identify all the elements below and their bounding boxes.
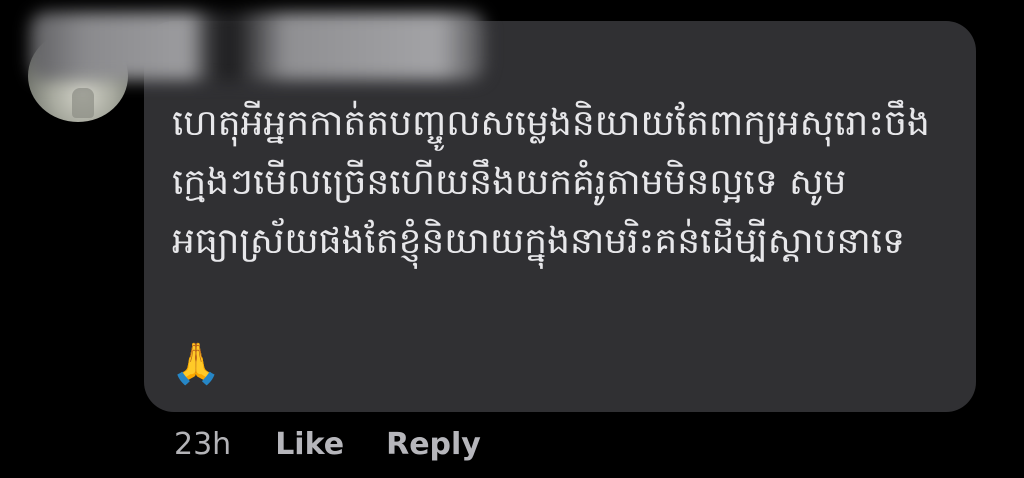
folded-hands-icon: 🙏 [171, 341, 221, 387]
comment-actions: 23h Like Reply [174, 424, 481, 464]
avatar-photo [72, 88, 94, 118]
reply-button[interactable]: Reply [386, 427, 481, 462]
comment-text: ហេតុអីអ្នកកាត់តបញ្ចូលសម្លេងនិយាយតែពាក្យអ… [172, 103, 930, 262]
comment-view: ហេតុអីអ្នកកាត់តបញ្ចូលសម្លេងនិយាយតែពាក្យអ… [0, 0, 1024, 478]
author-name-blurred[interactable] [30, 12, 485, 80]
timestamp[interactable]: 23h [174, 427, 231, 462]
like-button[interactable]: Like [275, 427, 344, 462]
